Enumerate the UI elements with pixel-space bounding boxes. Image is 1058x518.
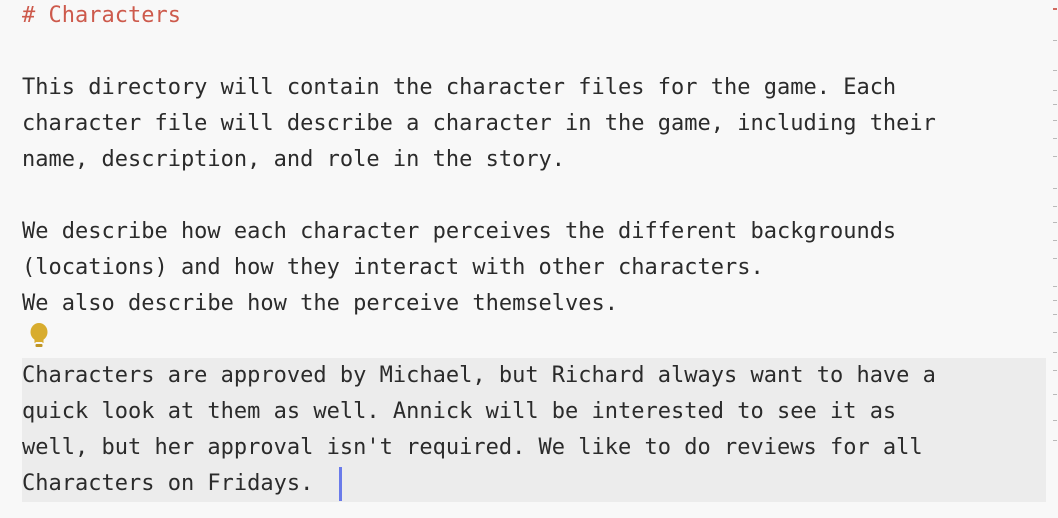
editor-line[interactable]: well, but her approval isn't required. W… [22, 430, 923, 466]
scrollbar-markers[interactable] [1052, 0, 1058, 518]
editor-line[interactable]: Characters on Fridays. [22, 466, 313, 502]
editor-line[interactable]: character file will describe a character… [22, 106, 936, 142]
editor-line[interactable]: We describe how each character perceives… [22, 214, 896, 250]
editor-line[interactable]: name, description, and role in the story… [22, 142, 565, 178]
lightbulb-icon[interactable] [28, 322, 50, 350]
text-caret [339, 467, 342, 501]
editor-line[interactable]: This directory will contain the characte… [22, 70, 896, 106]
editor-line[interactable]: Characters are approved by Michael, but … [22, 358, 936, 394]
editor-line[interactable]: We also describe how the perceive themse… [22, 286, 618, 322]
markdown-heading[interactable]: # Characters [22, 0, 181, 34]
editor-line[interactable]: quick look at them as well. Annick will … [22, 394, 896, 430]
markdown-editor[interactable]: # Characters This directory will contain… [0, 0, 1058, 518]
editor-line[interactable]: (locations) and how they interact with o… [22, 250, 764, 286]
